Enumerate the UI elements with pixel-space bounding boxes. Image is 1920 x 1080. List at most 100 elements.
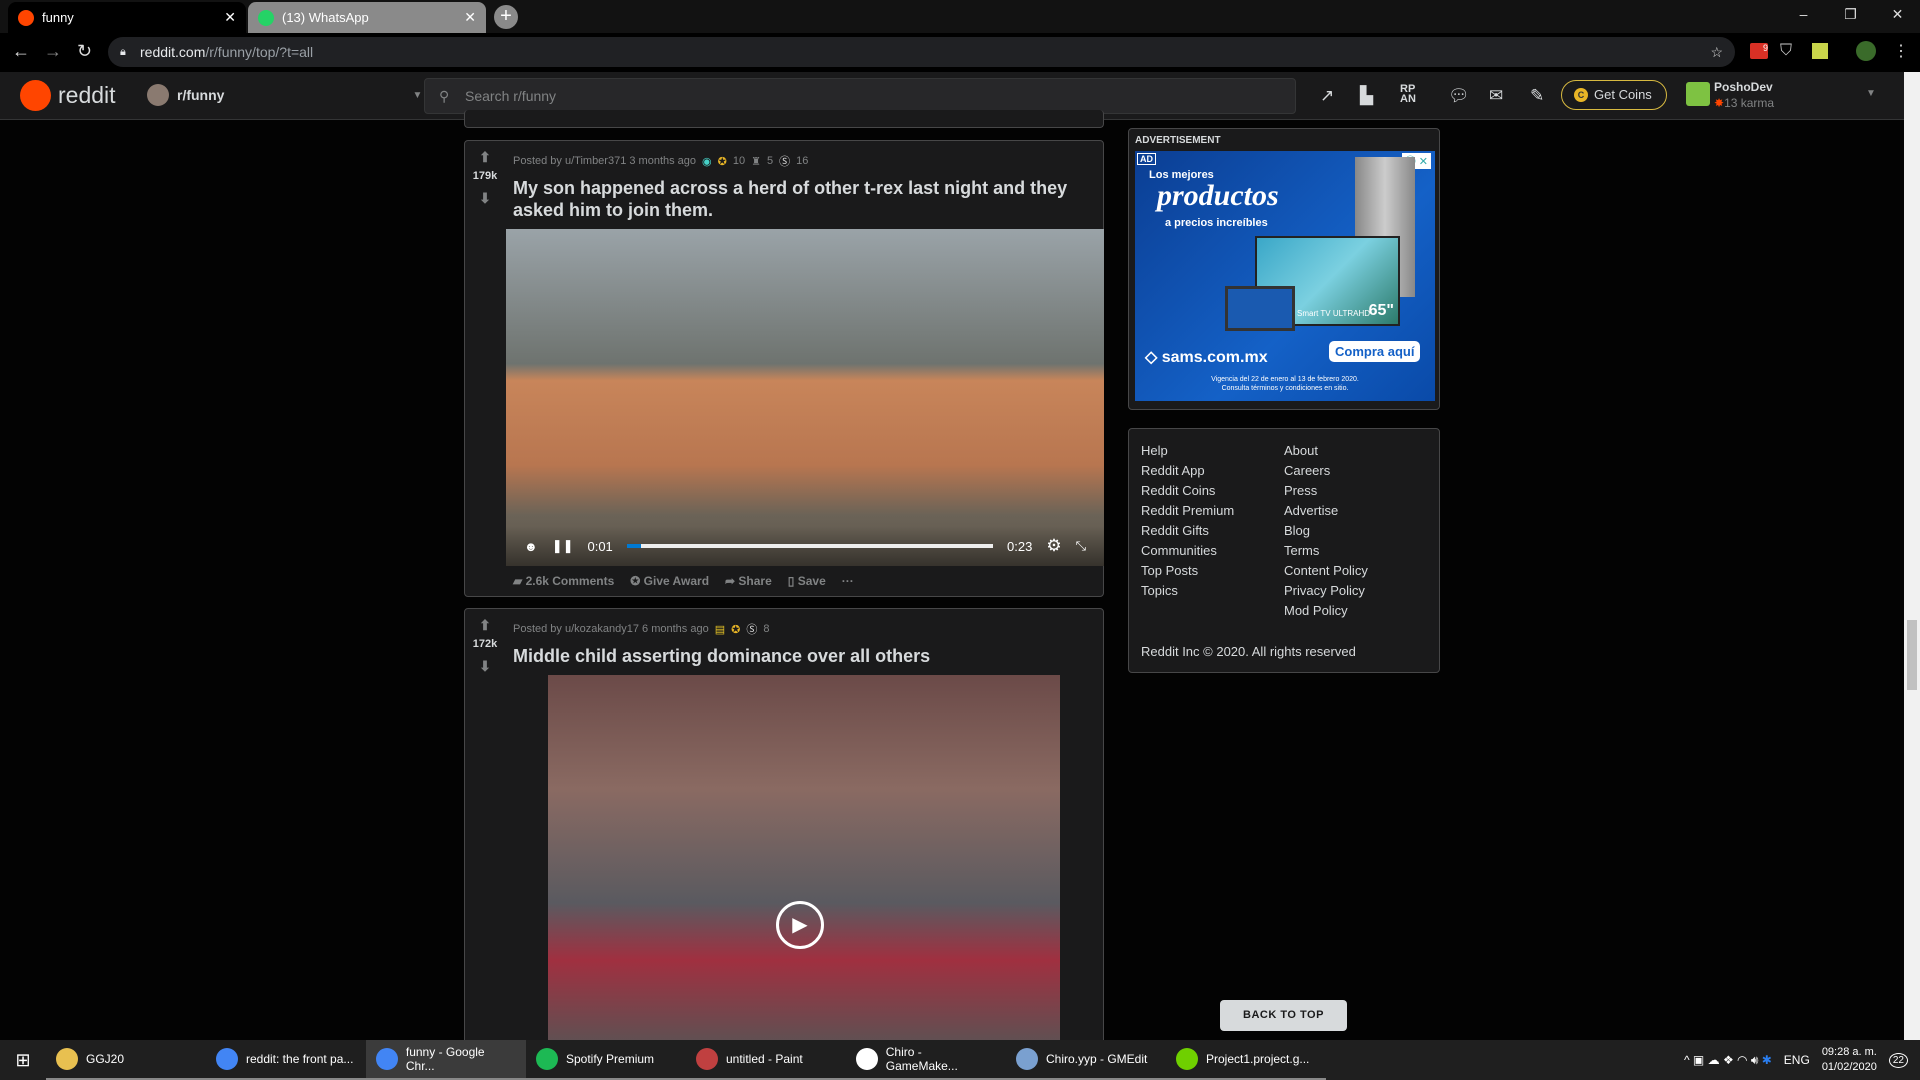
play-icon[interactable]: ▶ bbox=[776, 901, 824, 949]
silver-award-icon: Ⓢ bbox=[779, 156, 791, 168]
comments-button[interactable]: ▰ 2.6k Comments bbox=[513, 574, 614, 588]
taskbar-item-label: Chiro.yyp - GMEdit bbox=[1046, 1052, 1148, 1066]
settings-gear-icon[interactable]: ⚙ bbox=[1046, 536, 1061, 556]
minimize-button[interactable]: – bbox=[1781, 0, 1826, 30]
url-input[interactable]: 🔒︎ reddit.com/r/funny/top/?t=all ☆ bbox=[108, 37, 1735, 67]
notification-center-icon[interactable]: 22 bbox=[1888, 1052, 1908, 1068]
footer-link[interactable]: Mod Policy bbox=[1284, 601, 1368, 621]
reddit-logo-icon[interactable] bbox=[20, 80, 51, 111]
mail-icon[interactable]: ✉ bbox=[1489, 86, 1503, 106]
taskbar-item[interactable]: Project1.project.g... bbox=[1166, 1040, 1326, 1080]
all-icon[interactable]: ▙ bbox=[1360, 86, 1373, 106]
tray-icons[interactable]: ^ ▣ ☁ ❖ ◠ 🔊︎ ✱ bbox=[1684, 1053, 1772, 1068]
taskbar: ⊞ GGJ20 reddit: the front pa... funny - Go… bbox=[0, 1040, 1920, 1080]
bookmark-star-icon[interactable]: ☆ bbox=[1710, 37, 1723, 67]
footer-link[interactable]: Privacy Policy bbox=[1284, 581, 1368, 601]
scrollbar[interactable] bbox=[1904, 72, 1920, 1040]
posted-by[interactable]: Posted by u/Timber371 3 months ago bbox=[513, 155, 696, 167]
post-title[interactable]: My son happened across a herd of other t… bbox=[513, 177, 1093, 221]
subreddit-dropdown[interactable]: r/funny ▼ bbox=[147, 84, 422, 106]
clock[interactable]: 09:28 a. m. 01/02/2020 bbox=[1822, 1045, 1877, 1075]
scrollbar-thumb[interactable] bbox=[1907, 620, 1917, 690]
new-tab-button[interactable]: + bbox=[494, 5, 518, 29]
footer-link[interactable]: Reddit App bbox=[1141, 461, 1234, 481]
create-post-icon[interactable]: ✎ bbox=[1530, 86, 1544, 106]
tab-funny[interactable]: funny ✕ bbox=[8, 2, 246, 33]
gmail-extension-icon[interactable]: 9 bbox=[1750, 43, 1768, 59]
taskbar-item[interactable]: Chiro.yyp - GMEdit bbox=[1006, 1040, 1166, 1080]
post-title[interactable]: Middle child asserting dominance over al… bbox=[513, 645, 930, 667]
footer-link[interactable]: Blog bbox=[1284, 521, 1368, 541]
ad-badge: AD bbox=[1137, 153, 1156, 165]
footer-link[interactable]: Reddit Coins bbox=[1141, 481, 1234, 501]
footer-link[interactable]: Top Posts bbox=[1141, 561, 1234, 581]
post-card[interactable]: ⬆ 172k ⬇ Posted by u/kozakandy17 6 months … bbox=[464, 608, 1104, 1058]
downvote-icon[interactable]: ⬇ bbox=[465, 190, 505, 207]
more-options-button[interactable]: ··· bbox=[842, 574, 854, 588]
ad-cta-button[interactable]: Compra aquí bbox=[1329, 341, 1421, 362]
ad-fine-print: Consulta términos y condiciones en sitio… bbox=[1221, 385, 1349, 392]
back-to-top-button[interactable]: BACK TO TOP bbox=[1220, 1000, 1347, 1031]
upvote-icon[interactable]: ⬆ bbox=[465, 617, 505, 634]
award-count: 16 bbox=[796, 155, 809, 167]
username: PoshoDev bbox=[1714, 80, 1773, 94]
reddit-wordmark[interactable]: reddit bbox=[58, 82, 116, 109]
taskbar-item[interactable]: reddit: the front pa... bbox=[206, 1040, 366, 1080]
pocket-extension-icon[interactable]: ⛉ bbox=[1780, 42, 1792, 60]
save-label: Save bbox=[797, 574, 826, 588]
taskbar-item[interactable]: funny - Google Chr... bbox=[366, 1040, 526, 1080]
footer-link[interactable]: Communities bbox=[1141, 541, 1234, 561]
subreddit-icon bbox=[147, 84, 169, 106]
taskbar-item[interactable]: Chiro - GameMake... bbox=[846, 1040, 1006, 1080]
save-button[interactable]: ▯ Save bbox=[788, 574, 826, 588]
upvote-icon[interactable]: ⬆ bbox=[465, 149, 505, 166]
taskbar-item[interactable]: untitled - Paint bbox=[686, 1040, 846, 1080]
language-indicator[interactable]: ENG bbox=[1784, 1053, 1810, 1067]
forward-icon[interactable]: → bbox=[44, 41, 62, 62]
taskbar-item[interactable]: GGJ20 bbox=[46, 1040, 206, 1080]
ad-tv-label: Smart TV ULTRAHD bbox=[1297, 309, 1371, 318]
rpan-icon[interactable]: RP AN bbox=[1400, 84, 1416, 105]
footer-link[interactable]: Advertise bbox=[1284, 501, 1368, 521]
footer-link[interactable]: Reddit Premium bbox=[1141, 501, 1234, 521]
footer-link[interactable]: Terms bbox=[1284, 541, 1368, 561]
search-input[interactable]: ⚲ Search r/funny bbox=[424, 78, 1296, 114]
back-icon[interactable]: ← bbox=[12, 41, 30, 62]
progress-bar[interactable] bbox=[626, 544, 994, 548]
downvote-icon[interactable]: ⬇ bbox=[465, 658, 505, 675]
get-coins-button[interactable]: Get Coins bbox=[1561, 80, 1667, 110]
lock-icon: 🔒︎ bbox=[120, 46, 126, 58]
footer-link[interactable]: Reddit Gifts bbox=[1141, 521, 1234, 541]
footer-link[interactable]: Help bbox=[1141, 441, 1234, 461]
give-award-button[interactable]: ✪ Give Award bbox=[630, 574, 709, 588]
footer-link[interactable]: Press bbox=[1284, 481, 1368, 501]
video-player[interactable]: ☻ ❚❚ 0:01 0:23 ⚙ ⤡ bbox=[506, 229, 1104, 566]
footer-link[interactable]: Careers bbox=[1284, 461, 1368, 481]
tab-whatsapp[interactable]: (13) WhatsApp ✕ bbox=[248, 2, 486, 33]
vote-count: 172k bbox=[472, 638, 498, 650]
footer-link[interactable]: About bbox=[1284, 441, 1368, 461]
taskbar-item[interactable]: Spotify Premium bbox=[526, 1040, 686, 1080]
video-controls: ☻ ❚❚ 0:01 0:23 ⚙ ⤡ bbox=[506, 526, 1104, 566]
extension-icon[interactable] bbox=[1812, 43, 1828, 59]
footer-link[interactable]: Content Policy bbox=[1284, 561, 1368, 581]
footer-link[interactable]: Topics bbox=[1141, 581, 1234, 601]
close-window-button[interactable]: ✕ bbox=[1875, 0, 1920, 30]
popular-icon[interactable]: ↗ bbox=[1320, 86, 1334, 106]
fullscreen-icon[interactable]: ⤡ bbox=[1076, 538, 1086, 554]
ad-banner[interactable]: AD ⓘ ✕ Los mejores productos a precios i… bbox=[1135, 151, 1435, 401]
chrome-menu-icon[interactable]: ⋮ bbox=[1893, 41, 1909, 61]
reload-icon[interactable]: ↻ bbox=[77, 41, 92, 62]
close-tab-icon[interactable]: ✕ bbox=[464, 9, 476, 26]
close-tab-icon[interactable]: ✕ bbox=[224, 9, 236, 26]
pause-icon[interactable]: ❚❚ bbox=[552, 538, 574, 554]
share-button[interactable]: ➦ Share bbox=[725, 574, 772, 588]
video-player[interactable]: ▶ bbox=[548, 675, 1060, 1055]
restore-button[interactable]: ❐ bbox=[1828, 0, 1873, 30]
posted-by[interactable]: Posted by u/kozakandy17 6 months ago bbox=[513, 623, 709, 635]
chat-icon[interactable]: 💬︎ bbox=[1448, 86, 1470, 106]
profile-avatar[interactable] bbox=[1856, 41, 1876, 61]
post-card[interactable]: ⬆ 179k ⬇ Posted by u/Timber371 3 months ag… bbox=[464, 140, 1104, 597]
duration: 0:23 bbox=[1007, 538, 1033, 554]
windows-start-icon[interactable]: ⊞ bbox=[0, 1050, 46, 1071]
